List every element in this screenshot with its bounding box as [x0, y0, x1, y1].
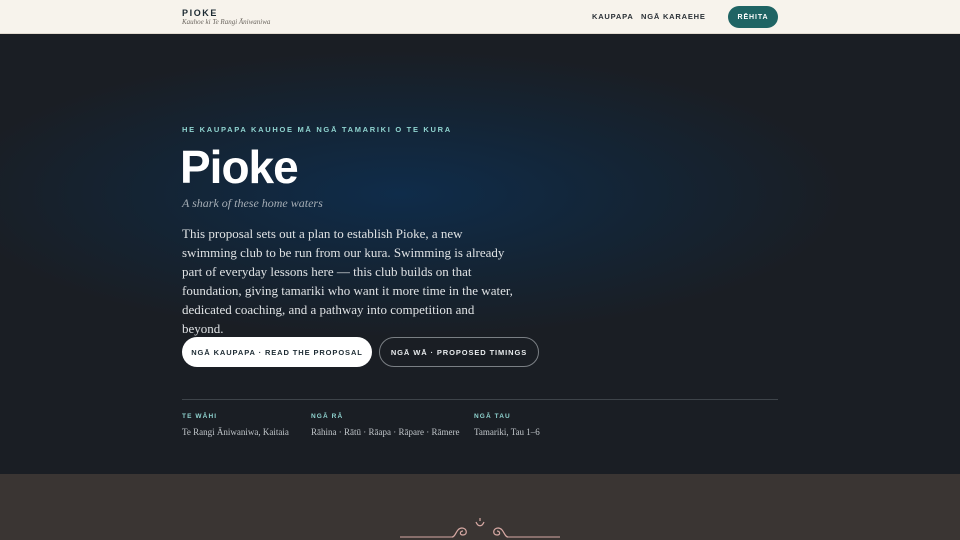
meta-label: TE WĀHI [182, 413, 218, 420]
wave-ornament-icon [400, 518, 560, 538]
meta-value: Te Rangi Āniwaniwa, Kaitaia [182, 427, 289, 437]
brand-subtitle: Kauhoe ki Te Rangi Āniwaniwa [182, 18, 271, 26]
register-button[interactable]: RĒHITA [728, 6, 778, 28]
meta-location: TE WĀHI Te Rangi Āniwaniwa, Kaitaia [182, 413, 289, 438]
hero-eyebrow: HE KAUPAPA KAUHOE MĀ NGĀ TAMARIKI O TE K… [182, 125, 452, 134]
read-proposal-button[interactable]: NGĀ KAUPAPA · READ THE PROPOSAL [182, 337, 372, 367]
nav-link-kaupapa[interactable]: KAUPAPA [592, 12, 634, 21]
meta-ages: NGĀ TAU Tamariki, Tau 1–6 [474, 413, 540, 438]
top-navigation-bar: PIOKE Kauhoe ki Te Rangi Āniwaniwa KAUPA… [0, 0, 960, 34]
hero-title: Pioke [180, 141, 299, 193]
brand-name: PIOKE [182, 8, 219, 18]
meta-label: NGĀ RĀ [311, 413, 344, 420]
hero-lead-paragraph: This proposal sets out a plan to establi… [182, 226, 513, 336]
meta-value: Tamariki, Tau 1–6 [474, 427, 540, 437]
meta-value: Rāhina · Rātū · Rāapa · Rāpare · Rāmere [311, 427, 460, 437]
nav-link-nga-karaehe[interactable]: NGĀ KARAEHE [641, 12, 706, 21]
proposed-timings-button[interactable]: NGĀ WĀ · PROPOSED TIMINGS [379, 337, 539, 367]
meta-label: NGĀ TAU [474, 413, 511, 420]
hero-divider [182, 399, 778, 400]
brand[interactable]: PIOKE Kauhoe ki Te Rangi Āniwaniwa [182, 8, 270, 27]
hero-tagline: A shark of these home waters [182, 196, 323, 210]
meta-days: NGĀ RĀ Rāhina · Rātū · Rāapa · Rāpare · … [311, 413, 459, 438]
